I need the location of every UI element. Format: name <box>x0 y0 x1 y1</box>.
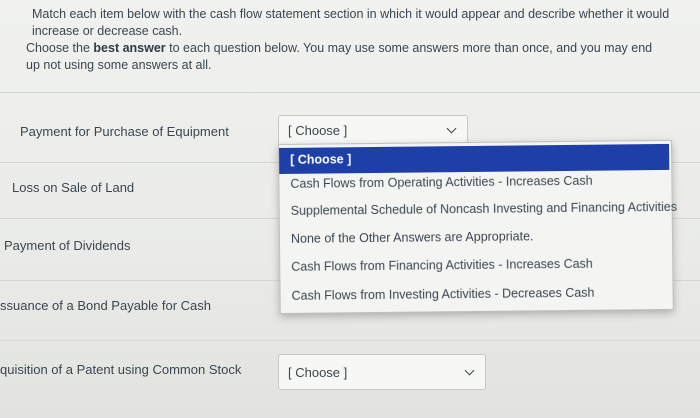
instruction-guidance: Choose the best answer to each question … <box>26 40 666 74</box>
chevron-down-icon <box>446 123 457 134</box>
dropdown-option[interactable]: Cash Flows from Investing Activities - D… <box>280 280 670 310</box>
chevron-down-icon <box>464 365 475 376</box>
question-instructions: Match each item below with the cash flow… <box>0 0 700 93</box>
option-label: [ Choose ] <box>290 152 352 167</box>
option-label: Cash Flows from Financing Activities - I… <box>291 256 593 274</box>
item-label: quisition of a Patent using Common Stock <box>0 362 242 377</box>
guidance-prefix: Choose the <box>26 41 94 55</box>
item-label: Payment for Purchase of Equipment <box>20 124 229 139</box>
option-label: Cash Flows from Operating Activities - I… <box>290 173 593 191</box>
instruction-text: Match each item below with the cash flow… <box>32 7 670 38</box>
item-label: Payment of Dividends <box>4 238 131 253</box>
option-label: None of the Other Answers are Appropriat… <box>290 229 534 246</box>
item-label: ssuance of a Bond Payable for Cash <box>0 298 212 313</box>
dropdown-option[interactable]: Supplemental Schedule of Noncash Investi… <box>280 195 677 225</box>
match-row: quisition of a Patent using Common Stock… <box>0 340 700 418</box>
select-value: [ Choose ] <box>288 365 348 380</box>
select-value: [ Choose ] <box>288 123 348 138</box>
option-label: Cash Flows from Investing Activities - D… <box>291 285 595 303</box>
dropdown-option[interactable]: None of the Other Answers are Appropriat… <box>280 223 670 253</box>
dropdown-option[interactable]: Cash Flows from Financing Activities - I… <box>280 251 670 281</box>
quiz-question-panel: Match each item below with the cash flow… <box>0 0 700 418</box>
item-label: Loss on Sale of Land <box>12 180 135 195</box>
answer-select[interactable]: [ Choose ] <box>278 354 486 390</box>
option-label: Supplemental Schedule of Noncash Investi… <box>290 199 678 218</box>
guidance-emphasis: best answer <box>93 41 166 55</box>
dropdown-option[interactable]: Cash Flows from Operating Activities - I… <box>279 168 669 198</box>
answer-dropdown-list: [ Choose ] Cash Flows from Operating Act… <box>278 139 677 314</box>
